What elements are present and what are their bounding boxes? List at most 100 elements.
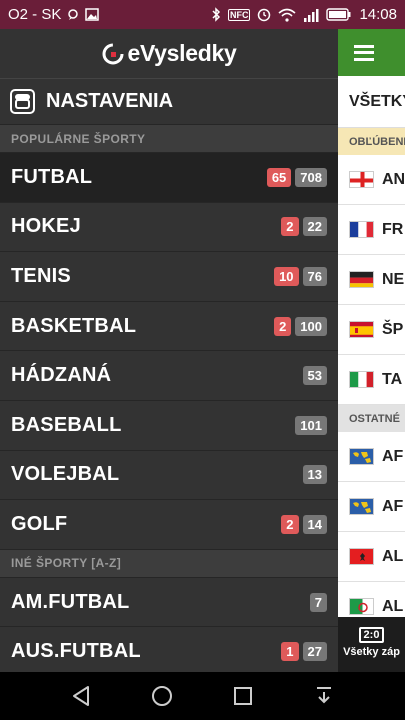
total-count-badge: 22	[302, 217, 327, 237]
settings-toggle-icon	[10, 89, 35, 114]
status-bar: O2 - SK NFC 14:08	[0, 0, 405, 29]
popular-sports-header: POPULÁRNE ŠPORTY	[0, 125, 338, 153]
sport-item[interactable]: AUS.FUTBAL 1 27	[0, 627, 338, 672]
league-name: AF	[382, 497, 404, 515]
clock: 14:08	[359, 6, 397, 23]
main-content: VŠETKY OBĽÚBENÉ ANFRNEŠPTA OSTATNÉ AFAFA…	[338, 29, 405, 672]
sport-label: GOLF	[11, 512, 68, 535]
league-name: AL	[382, 547, 404, 565]
live-count-badge: 10	[274, 266, 299, 286]
sport-label: AUS.FUTBAL	[11, 640, 141, 663]
nfc-icon: NFC	[227, 8, 251, 21]
all-matches-label: Všetky záp	[343, 646, 400, 658]
sport-label: HOKEJ	[11, 215, 81, 238]
chat-bubble-icon	[68, 8, 79, 20]
league-row[interactable]: TA	[338, 355, 405, 405]
sport-item[interactable]: BASEBALL 101	[0, 400, 338, 451]
league-row[interactable]: AF	[338, 482, 405, 532]
back-triangle-icon	[72, 686, 89, 706]
favorites-list: AN FR NE ŠP TA	[338, 155, 405, 405]
total-count-badge: 27	[302, 642, 327, 662]
algeria-flag-icon	[349, 598, 374, 615]
sport-item[interactable]: VOLEJBAL 13	[0, 450, 338, 501]
total-count-badge: 101	[295, 415, 327, 435]
sport-label: TENIS	[11, 264, 71, 287]
italy-flag-icon	[349, 371, 374, 388]
sport-item[interactable]: BASKETBAL 2 100	[0, 301, 338, 352]
france-flag-icon	[349, 221, 374, 238]
league-name: TA	[382, 370, 403, 388]
app-header	[338, 29, 405, 76]
sport-label: HÁDZANÁ	[11, 364, 112, 387]
sport-label: BASEBALL	[11, 413, 122, 436]
brand-logo: eVysledky	[0, 29, 338, 78]
total-count-badge: 13	[302, 465, 327, 485]
other-sports-list: AM.FUTBAL 7 AUS.FUTBAL 1 27	[0, 577, 338, 672]
live-count-badge: 65	[266, 167, 292, 187]
back-button[interactable]	[61, 676, 101, 716]
league-name: NE	[382, 270, 405, 288]
league-row[interactable]: ŠP	[338, 305, 405, 355]
live-count-badge: 2	[281, 217, 299, 237]
settings-label: NASTAVENIA	[46, 90, 174, 112]
league-row[interactable]: FR	[338, 205, 405, 255]
logo-mark-icon	[102, 43, 123, 64]
others-list: AF AF AL AL	[338, 432, 405, 632]
recents-square-icon	[234, 687, 253, 705]
battery-icon	[326, 8, 351, 21]
settings-menu-item[interactable]: NASTAVENIA	[0, 78, 338, 125]
sport-item[interactable]: FUTBAL 65 708	[0, 153, 338, 203]
league-row[interactable]: AF	[338, 432, 405, 482]
image-icon	[85, 8, 100, 21]
total-count-badge: 14	[302, 514, 327, 534]
notifications-button[interactable]	[304, 676, 344, 716]
favorites-header: OBĽÚBENÉ	[338, 128, 405, 155]
league-name: AL	[382, 597, 404, 615]
popular-sports-list: FUTBAL 65 708 HOKEJ 2 22 TENIS 10 76 BASKETBAL 2 10…	[0, 153, 338, 550]
hamburger-menu-icon[interactable]	[354, 44, 374, 61]
total-count-badge: 7	[309, 592, 327, 612]
sport-item[interactable]: HÁDZANÁ 53	[0, 351, 338, 401]
germany-flag-icon	[349, 271, 374, 288]
spain-flag-icon	[349, 321, 374, 338]
sport-item[interactable]: AM.FUTBAL 7	[0, 577, 338, 628]
sport-item[interactable]: GOLF 2 14	[0, 500, 338, 550]
total-count-badge: 708	[295, 167, 327, 187]
league-row[interactable]: AN	[338, 155, 405, 205]
bluetooth-icon	[212, 7, 221, 22]
league-row[interactable]: AL	[338, 532, 405, 582]
scoreboard-icon: 2:0	[358, 627, 385, 643]
tab-all[interactable]: VŠETKY	[338, 76, 405, 128]
carrier-label: O2 - SK	[8, 6, 62, 23]
world-flag-icon	[349, 498, 374, 515]
wifi-icon	[278, 8, 296, 22]
brand-name: eVysledky	[127, 40, 237, 66]
sport-label: BASKETBAL	[11, 314, 137, 337]
world-flag-icon	[349, 448, 374, 465]
total-count-badge: 53	[302, 366, 327, 386]
signal-icon	[304, 8, 319, 22]
home-button[interactable]	[142, 676, 182, 716]
league-name: FR	[382, 220, 404, 238]
android-nav-bar	[0, 672, 405, 720]
other-sports-header: INÉ ŠPORTY [A-Z]	[0, 549, 338, 578]
total-count-badge: 100	[295, 316, 327, 336]
sport-item[interactable]: TENIS 10 76	[0, 252, 338, 302]
pull-down-icon	[317, 687, 332, 704]
league-name: AN	[382, 170, 405, 188]
sport-label: AM.FUTBAL	[11, 590, 130, 613]
albania-flag-icon	[349, 548, 374, 565]
others-header: OSTATNÉ	[338, 405, 405, 432]
recents-button[interactable]	[223, 676, 263, 716]
live-count-badge: 1	[281, 642, 299, 662]
league-name: ŠP	[382, 320, 404, 338]
england-flag-icon	[349, 171, 374, 188]
league-row[interactable]: NE	[338, 255, 405, 305]
navigation-drawer: eVysledky NASTAVENIA POPULÁRNE ŠPORTY FU…	[0, 29, 338, 672]
sport-label: FUTBAL	[11, 165, 93, 188]
live-count-badge: 2	[274, 316, 292, 336]
total-count-badge: 76	[302, 266, 327, 286]
all-matches-button[interactable]: 2:0 Všetky záp	[338, 617, 405, 672]
sport-item[interactable]: HOKEJ 2 22	[0, 202, 338, 253]
home-circle-icon	[151, 686, 172, 706]
